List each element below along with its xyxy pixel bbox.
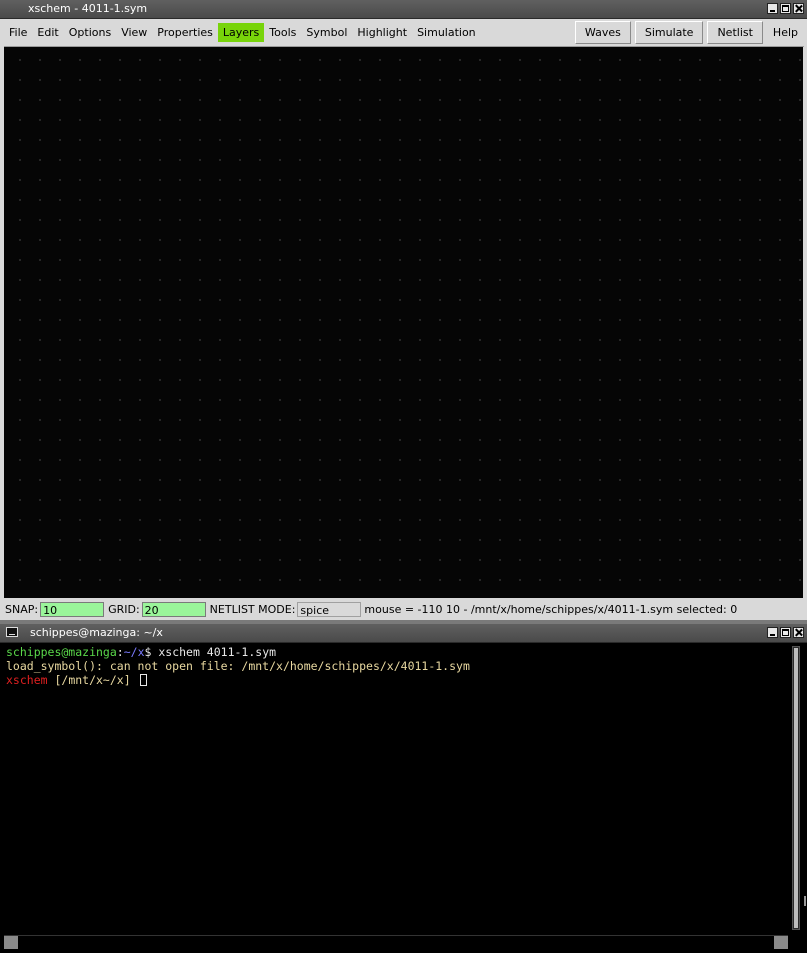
xschem-window-controls	[767, 3, 804, 14]
netlist-mode-label: NETLIST MODE:	[209, 602, 296, 616]
netlist-button[interactable]: Netlist	[707, 21, 763, 44]
text-cursor	[139, 674, 147, 686]
scroll-left-icon[interactable]	[4, 936, 18, 949]
terminal-window-controls	[767, 627, 804, 638]
terminal-line: xschem [/mnt/x~/x]	[4, 673, 790, 687]
menu-edit[interactable]: Edit	[32, 23, 63, 42]
menu-file[interactable]: File	[4, 23, 32, 42]
menu-highlight[interactable]: Highlight	[352, 23, 412, 42]
terminal-output[interactable]: schippes@mazinga:~/x$ xschem 4011-1.sym …	[4, 643, 790, 941]
xschem-prompt-path: [/mnt/x~/x]	[47, 673, 138, 687]
menu-tools[interactable]: Tools	[264, 23, 301, 42]
maximize-icon[interactable]	[780, 627, 791, 638]
netlist-mode-field[interactable]: spice	[297, 601, 362, 617]
snap-field[interactable]: 10	[40, 601, 105, 617]
menu-options[interactable]: Options	[64, 23, 116, 42]
xschem-titlebar[interactable]: xschem - 4011-1.sym	[0, 0, 807, 19]
toolbar-buttons: Waves Simulate Netlist Help	[574, 21, 804, 44]
resize-handle[interactable]	[804, 896, 806, 906]
grid-field[interactable]: 20	[141, 601, 206, 617]
scroll-right-icon[interactable]	[774, 936, 788, 949]
schematic-canvas[interactable]	[4, 47, 803, 598]
prompt-path: ~/x	[123, 645, 145, 659]
menu-properties[interactable]: Properties	[152, 23, 218, 42]
maximize-icon[interactable]	[780, 3, 791, 14]
terminal-line: load_symbol(): can not open file: /mnt/x…	[6, 659, 470, 673]
xschem-window-title: xschem - 4011-1.sym	[28, 2, 148, 15]
xschem-prompt-name: xschem	[6, 673, 48, 687]
menubar: File Edit Options View Properties Layers…	[4, 19, 804, 47]
menu-layers[interactable]: Layers	[217, 23, 265, 42]
xschem-window: xschem - 4011-1.sym File Edit Options Vi…	[0, 0, 807, 620]
minimize-icon[interactable]	[767, 627, 778, 638]
statusbar: SNAP: 10 GRID: 20 NETLIST MODE: spice mo…	[4, 599, 804, 619]
help-button[interactable]: Help	[766, 21, 804, 44]
terminal-titlebar[interactable]: schippes@mazinga: ~/x	[0, 624, 807, 643]
mouse-status-text: mouse = -110 10 - /mnt/x/home/schippes/x…	[364, 602, 738, 616]
close-icon[interactable]	[793, 627, 804, 638]
snap-label: SNAP:	[5, 602, 39, 616]
menu-simulation[interactable]: Simulation	[412, 23, 481, 42]
terminal-horizontal-scrollbar[interactable]	[4, 935, 788, 950]
close-icon[interactable]	[793, 3, 804, 14]
prompt-user: schippes@mazinga	[6, 645, 117, 659]
terminal-window-title: schippes@mazinga: ~/x	[30, 626, 163, 639]
menu-symbol[interactable]: Symbol	[301, 23, 352, 42]
command-text: $ xschem 4011-1.sym	[144, 645, 277, 659]
terminal-icon	[6, 627, 18, 637]
terminal-vertical-scrollbar[interactable]	[792, 646, 800, 930]
terminal-line: schippes@mazinga:~/x$ xschem 4011-1.sym	[4, 645, 790, 659]
minimize-icon[interactable]	[767, 3, 778, 14]
terminal-window: schippes@mazinga: ~/x schippes@mazinga:~…	[0, 624, 807, 953]
scrollbar-thumb[interactable]	[794, 648, 798, 928]
prompt-separator: :	[116, 645, 124, 659]
waves-button[interactable]: Waves	[574, 21, 631, 44]
grid-label: GRID:	[108, 602, 140, 616]
simulate-button[interactable]: Simulate	[634, 21, 704, 44]
menu-view[interactable]: View	[116, 23, 152, 42]
